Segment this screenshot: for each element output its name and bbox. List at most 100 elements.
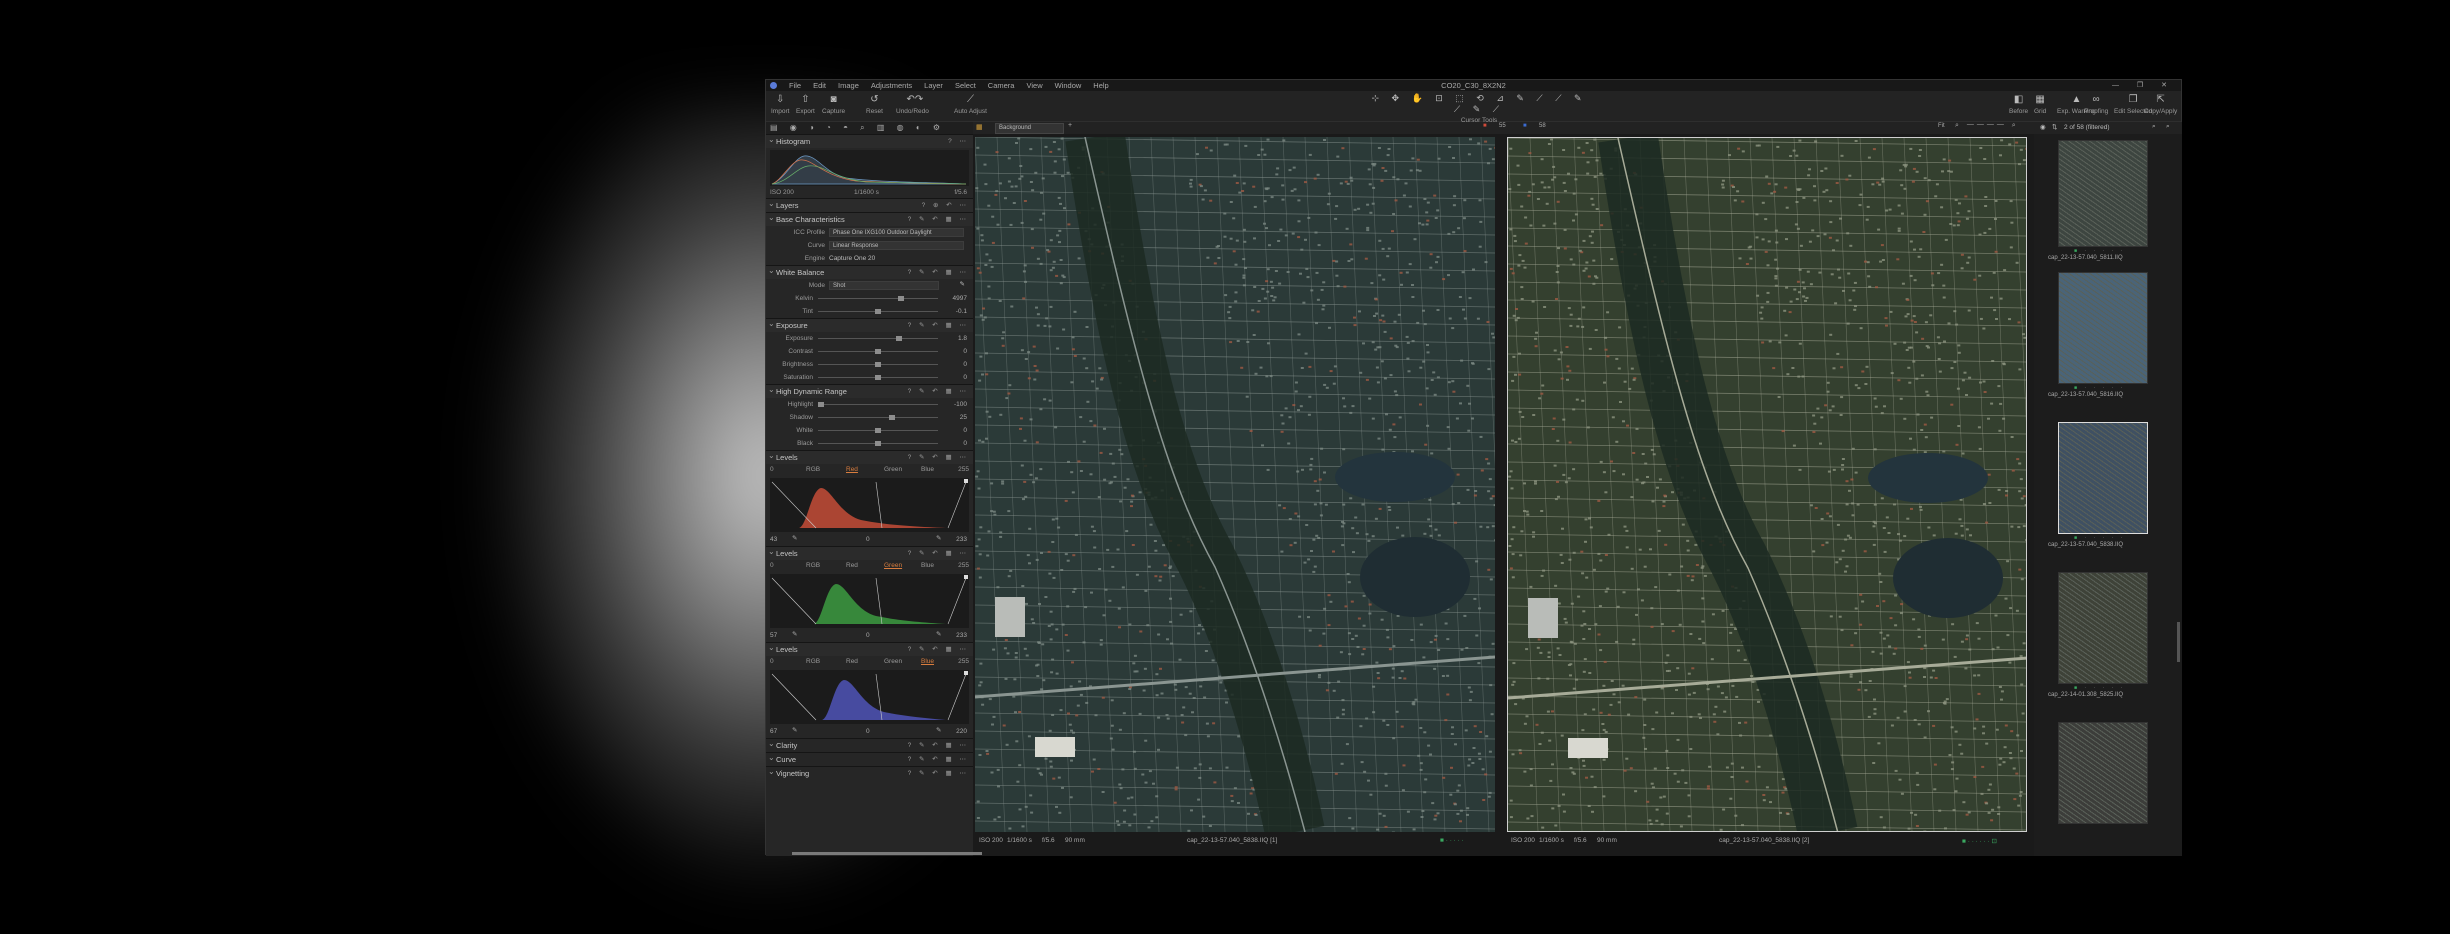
reset-icon: ↺: [870, 94, 879, 105]
browser-scrollbar[interactable]: [2177, 622, 2180, 662]
section-header[interactable]: Curve? ✎ ↶ ▦ ⋯: [766, 751, 973, 766]
title-bar: File Edit Image Adjustments Layer Select Camer…: [766, 80, 2181, 91]
icc-profile-select[interactable]: Phase One IXG100 Outdoor Daylight: [829, 228, 964, 237]
auto-adjust-button[interactable]: ⟋ Auto Adjust: [954, 94, 987, 115]
capture-button[interactable]: ◙ Capture: [822, 94, 845, 115]
saturation-slider[interactable]: Saturation 0: [766, 371, 973, 384]
eyedropper-icon[interactable]: ✎: [936, 630, 941, 638]
eye-icon[interactable]: ◉: [2040, 123, 2046, 131]
eyedropper-icon[interactable]: ✎: [936, 726, 941, 734]
contrast-slider[interactable]: Contrast 0: [766, 345, 973, 358]
hdr-section: High Dynamic Range? ✎ ↶ ▦ ⋯ Highlight-10…: [766, 383, 973, 450]
sort-icon[interactable]: ⇅: [2052, 123, 2057, 131]
highlight-slider[interactable]: Highlight -100: [766, 398, 973, 411]
levels-tab-rgb[interactable]: RGB: [806, 658, 820, 665]
eyedropper-icon[interactable]: ✎: [936, 534, 941, 542]
section-header[interactable]: Clarity? ✎ ↶ ▦ ⋯: [766, 737, 973, 752]
levels-tab-red[interactable]: Red: [846, 658, 858, 665]
rating-stars[interactable]: ■ · · · · ·: [2074, 685, 2125, 691]
wb-mode-select[interactable]: Shot: [829, 281, 939, 290]
wand-icon: ⟋: [966, 94, 974, 105]
levels-tab-red[interactable]: Red: [846, 562, 858, 569]
eyedropper-icon[interactable]: ✎: [960, 280, 965, 288]
tool-tabs[interactable]: ▤ ◉ ◑ ◔ ◓ ⌕ ▥ ◍ ◐ ⚙: [766, 122, 973, 134]
curve-select[interactable]: Linear Response: [829, 241, 964, 250]
filter-icon[interactable]: ⌕: [2152, 123, 2156, 131]
aerial-image-after: [1508, 138, 2026, 831]
before-button[interactable]: ◧ Before: [2009, 94, 2028, 115]
window-controls[interactable]: — ❐ ✕: [2112, 81, 2175, 89]
thumbnail[interactable]: [2058, 422, 2148, 534]
zoom-fit[interactable]: Fit: [1938, 123, 1945, 129]
rating-stars[interactable]: ■ · · · · ·: [2074, 248, 2125, 254]
section-header[interactable]: Levels? ✎ ↶ ▦ ⋯: [766, 545, 973, 560]
export-button[interactable]: ⇧ Export: [796, 94, 815, 115]
grid-button[interactable]: ▦ Grid: [2034, 94, 2046, 115]
rating-stars[interactable]: ■ · · · · ·: [2074, 535, 2125, 541]
rating-stars[interactable]: ■ · · · · ·: [2074, 385, 2125, 391]
slider-knob[interactable]: [888, 415, 895, 420]
undo-icon: ↶↷: [906, 94, 924, 105]
slider-knob[interactable]: [875, 428, 881, 433]
viewer-image-right[interactable]: [1507, 137, 2027, 832]
eyedropper-icon[interactable]: ✎: [792, 726, 797, 734]
slider-knob[interactable]: [875, 362, 881, 367]
section-header[interactable]: White Balance? ✎ ↶ ▦ ⋯: [766, 264, 973, 279]
add-layer-icon[interactable]: +: [1068, 122, 1072, 129]
thumbnail[interactable]: [2058, 722, 2148, 824]
levels-tab-green[interactable]: Green: [884, 562, 902, 569]
brightness-slider[interactable]: Brightness 0: [766, 358, 973, 371]
section-header[interactable]: Levels? ✎ ↶ ▦ ⋯: [766, 641, 973, 656]
copy-apply-icon: ⇱: [2156, 94, 2165, 105]
levels-section: Levels? ✎ ↶ ▦ ⋯0RGBRedGreenBlue25567✎0✎2…: [766, 641, 973, 738]
slider-knob[interactable]: [875, 349, 881, 354]
eyedropper-icon[interactable]: ✎: [792, 630, 797, 638]
levels-histogram[interactable]: [766, 668, 973, 726]
import-button[interactable]: ⇩ Import: [771, 94, 789, 115]
tint-slider[interactable]: Tint -0.1: [766, 305, 973, 318]
proofing-button[interactable]: ∞ Proofing: [2084, 94, 2108, 115]
thumbnail[interactable]: [2058, 572, 2148, 684]
cursor-tool-icons[interactable]: ⊹ ✥ ✋ ⊡ ⬚ ⟲ ⊿ ✎ ⟋ ⟋ ✎ ⟋ ✎ ⟋: [1364, 93, 1594, 115]
slider-knob[interactable]: [875, 375, 881, 380]
thumbnail[interactable]: [2058, 140, 2148, 247]
kelvin-slider[interactable]: Kelvin 4997: [766, 292, 973, 305]
section-header[interactable]: Vignetting? ✎ ↶ ▦ ⋯: [766, 765, 973, 780]
slider-knob[interactable]: [895, 336, 902, 341]
eyedropper-icon[interactable]: ✎: [792, 534, 797, 542]
levels-tab-red[interactable]: Red: [846, 466, 858, 473]
levels-tab-rgb[interactable]: RGB: [806, 562, 820, 569]
section-header[interactable]: Layers? ⊕ ↶ ⋯: [766, 197, 973, 212]
levels-tab-blue[interactable]: Blue: [921, 466, 934, 473]
black-slider[interactable]: Black 0: [766, 437, 973, 450]
thumbnail[interactable]: [2058, 272, 2148, 384]
levels-tab-green[interactable]: Green: [884, 658, 902, 665]
panel-scrollbar[interactable]: [792, 852, 982, 855]
levels-tab-blue[interactable]: Blue: [921, 658, 934, 665]
layers-icon[interactable]: ▦: [976, 123, 983, 131]
reset-button[interactable]: ↺ Reset: [866, 94, 883, 115]
levels-histogram[interactable]: [766, 572, 973, 630]
exposure-slider[interactable]: Exposure 1.8: [766, 332, 973, 345]
levels-tab-blue[interactable]: Blue: [921, 562, 934, 569]
undo-redo-button[interactable]: ↶↷ Undo/Redo: [896, 94, 929, 115]
section-header[interactable]: Histogram? ⋯: [766, 133, 973, 148]
section-header[interactable]: High Dynamic Range? ✎ ↶ ▦ ⋯: [766, 383, 973, 398]
slider-knob[interactable]: [818, 402, 824, 407]
layer-select[interactable]: Background: [995, 123, 1064, 134]
thumbnail-caption: cap_22-14-01.308_5825.IIQ: [2048, 692, 2124, 698]
levels-tab-green[interactable]: Green: [884, 466, 902, 473]
hist-aperture: f/5.6: [954, 189, 967, 196]
copy-apply-button[interactable]: ⇱ Copy/Apply: [2144, 94, 2177, 115]
slider-knob[interactable]: [875, 441, 881, 446]
white-slider[interactable]: White 0: [766, 424, 973, 437]
zoom-icon[interactable]: ⌕ ━━━━ ⌕: [1955, 122, 2019, 130]
section-header[interactable]: Exposure? ✎ ↶ ▦ ⋯: [766, 317, 973, 332]
levels-histogram[interactable]: [766, 476, 973, 534]
section-header[interactable]: Base Characteristics? ✎ ↶ ▦ ⋯: [766, 211, 973, 226]
section-header[interactable]: Levels? ✎ ↶ ▦ ⋯: [766, 449, 973, 464]
search-icon[interactable]: ⌕: [2166, 123, 2170, 131]
viewer-image-left[interactable]: [975, 137, 1495, 832]
shadow-slider[interactable]: Shadow 25: [766, 411, 973, 424]
levels-tab-rgb[interactable]: RGB: [806, 466, 820, 473]
